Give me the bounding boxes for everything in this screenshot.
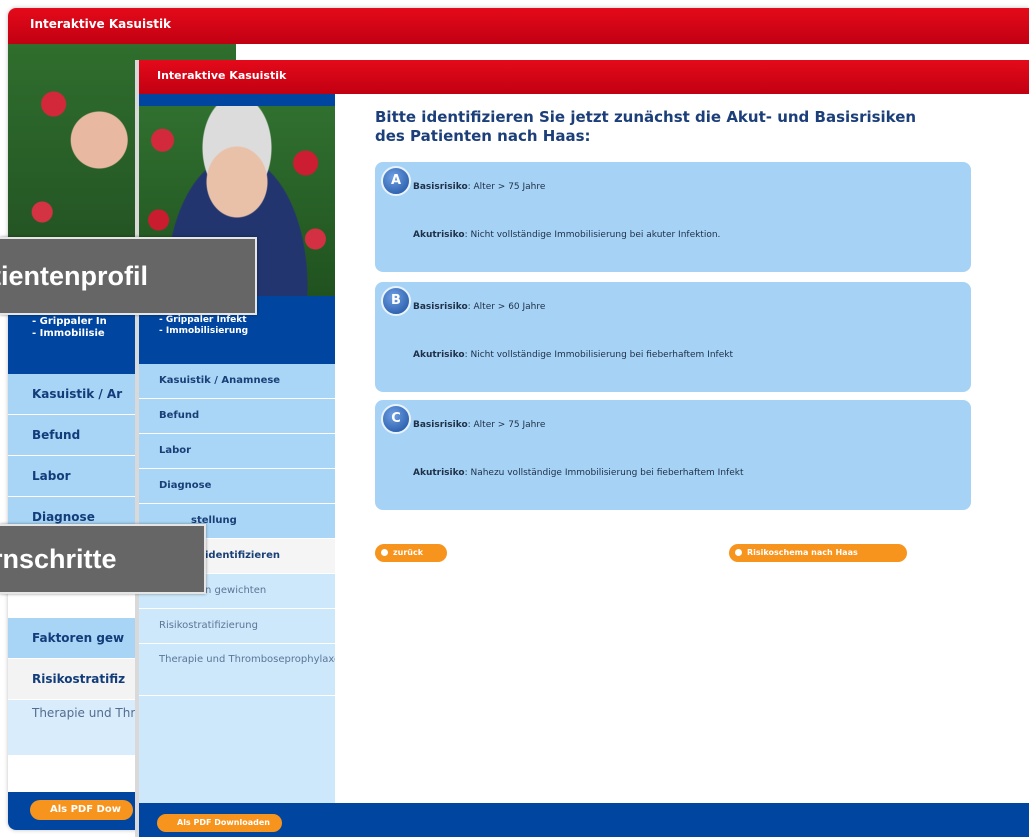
sidebar-item-befund[interactable]: Befund <box>139 399 335 434</box>
basis-text: : Alter > 75 Jahre <box>467 182 546 192</box>
akut-text: : Nicht vollständige Immobilisierung bei… <box>464 350 733 360</box>
main-footer: Als PDF Downloaden <box>139 803 1029 837</box>
sidebar: 76 Jahre - Grippaler Infekt - Immobilisi… <box>139 94 335 803</box>
sidebar-topbar <box>139 94 335 106</box>
risk-scheme-button[interactable]: Risikoschema nach Haas <box>729 544 907 562</box>
akut-text: : Nicht vollständige Immobilisierung bei… <box>464 230 721 240</box>
overlay-profile-text: tientenprofil <box>0 261 148 291</box>
option-a-basisrisiko: Basisrisiko: Alter > 75 Jahre <box>413 182 545 192</box>
background-app-title: Interaktive Kasuistik <box>30 17 172 31</box>
basis-label: Basisrisiko <box>413 302 468 312</box>
question-heading: Bitte identifizieren Sie jetzt zunächst … <box>375 108 917 145</box>
answer-option-a[interactable]: A Basisrisiko: Alter > 75 Jahre Akutrisi… <box>375 162 971 272</box>
profile-condition-1: - Grippaler Infekt <box>159 315 247 325</box>
basis-text: : Alter > 60 Jahre <box>467 302 546 312</box>
overlay-steps-text: rnschritte <box>0 544 117 574</box>
option-c-badge: C <box>381 404 411 434</box>
sidebar-item-kasuistik[interactable]: Kasuistik / Anamnese <box>139 364 335 399</box>
back-button-label: zurück <box>393 548 424 557</box>
main-content: Bitte identifizieren Sie jetzt zunächst … <box>335 94 1029 803</box>
sidebar-item-risikostratifizierung[interactable]: Risikostratifizierung <box>139 609 335 644</box>
background-pdf-button[interactable]: Als PDF Dow <box>30 800 133 820</box>
basis-text: : Alter > 75 Jahre <box>467 420 546 430</box>
answer-option-b[interactable]: B Basisrisiko: Alter > 60 Jahre Akutrisi… <box>375 282 971 392</box>
main-window: Interaktive Kasuistik 76 Jahre - Grippal… <box>135 60 1029 837</box>
akut-text: : Nahezu vollständige Immobilisierung be… <box>464 468 744 478</box>
akut-label: Akutrisiko <box>413 468 465 478</box>
app-title: Interaktive Kasuistik <box>157 69 287 82</box>
basis-label: Basisrisiko <box>413 420 468 430</box>
option-a-akutrisiko: Akutrisiko: Nicht vollständige Immobilis… <box>413 230 720 240</box>
option-c-basisrisiko: Basisrisiko: Alter > 75 Jahre <box>413 420 545 430</box>
back-button[interactable]: zurück <box>375 544 447 562</box>
main-header: Interaktive Kasuistik <box>139 60 1029 94</box>
sidebar-item-labor[interactable]: Labor <box>139 434 335 469</box>
option-b-akutrisiko: Akutrisiko: Nicht vollständige Immobilis… <box>413 350 733 360</box>
sidebar-item-diagnose[interactable]: Diagnose <box>139 469 335 504</box>
basis-label: Basisrisiko <box>413 182 468 192</box>
background-header: Interaktive Kasuistik <box>8 8 1029 44</box>
answer-option-c[interactable]: C Basisrisiko: Alter > 75 Jahre Akutrisi… <box>375 400 971 510</box>
akut-label: Akutrisiko <box>413 350 465 360</box>
arrow-icon <box>735 549 742 556</box>
overlay-profile-label: tientenprofil <box>0 237 257 315</box>
akut-label: Akutrisiko <box>413 230 465 240</box>
sidebar-item-therapie[interactable]: Therapie und Thromboseprophylaxe <box>139 644 335 696</box>
profile-condition-2: - Immobilisierung <box>159 326 249 336</box>
option-a-badge: A <box>381 166 411 196</box>
option-b-basisrisiko: Basisrisiko: Alter > 60 Jahre <box>413 302 545 312</box>
risk-scheme-button-label: Risikoschema nach Haas <box>747 548 858 557</box>
option-c-akutrisiko: Akutrisiko: Nahezu vollständige Immobili… <box>413 468 743 478</box>
arrow-icon <box>381 549 388 556</box>
pdf-download-button[interactable]: Als PDF Downloaden <box>157 814 282 832</box>
overlay-steps-label: rnschritte <box>0 524 206 594</box>
option-b-badge: B <box>381 286 411 316</box>
